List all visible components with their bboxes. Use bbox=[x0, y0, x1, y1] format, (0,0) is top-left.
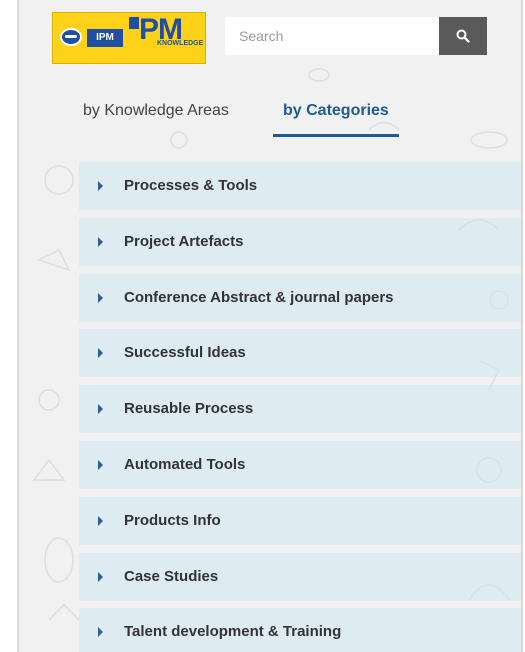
caret-right-icon bbox=[98, 348, 103, 359]
list-item-case-studies[interactable]: Case Studies bbox=[79, 552, 521, 601]
logo-pm-mark bbox=[129, 17, 139, 29]
list-item-label: Project Artefacts bbox=[124, 232, 244, 250]
category-tabs: by Knowledge Areas by Categories bbox=[19, 94, 521, 138]
search-button[interactable] bbox=[439, 17, 487, 55]
tab-by-knowledge-areas[interactable]: by Knowledge Areas bbox=[83, 94, 229, 134]
search-input[interactable] bbox=[225, 17, 439, 55]
list-item-label: Automated Tools bbox=[124, 455, 246, 473]
caret-right-icon bbox=[98, 404, 103, 415]
list-item-automated-tools[interactable]: Automated Tools bbox=[79, 440, 521, 489]
header: IPM PM KNOWLEDGE bbox=[19, 0, 521, 72]
search-icon bbox=[456, 29, 470, 43]
list-item-label: Products Info bbox=[124, 511, 221, 529]
app-frame: IPM PM KNOWLEDGE by Knowledge Areas by C… bbox=[17, 0, 523, 652]
list-item-label: Successful Ideas bbox=[124, 344, 246, 362]
list-item-successful-ideas[interactable]: Successful Ideas bbox=[79, 329, 521, 378]
caret-right-icon bbox=[98, 292, 103, 303]
list-item-products-info[interactable]: Products Info bbox=[79, 496, 521, 545]
list-item-processes-tools[interactable]: Processes & Tools bbox=[79, 162, 521, 210]
search-bar bbox=[225, 17, 495, 55]
category-list: Processes & Tools Project Artefacts Conf… bbox=[79, 162, 521, 652]
list-item-talent-development[interactable]: Talent development & Training bbox=[79, 608, 521, 652]
caret-right-icon bbox=[98, 181, 103, 191]
list-item-conference-abstract[interactable]: Conference Abstract & journal papers bbox=[79, 273, 521, 322]
ipm-knowledge-logo[interactable]: IPM PM KNOWLEDGE bbox=[52, 12, 206, 64]
caret-right-icon bbox=[98, 459, 103, 470]
list-item-label: Reusable Process bbox=[124, 400, 254, 418]
caret-right-icon bbox=[98, 236, 103, 247]
ipm-globe-logo-icon bbox=[60, 28, 82, 46]
list-item-label: Talent development & Training bbox=[124, 623, 342, 641]
list-item-reusable-process[interactable]: Reusable Process bbox=[79, 385, 521, 434]
caret-right-icon bbox=[98, 571, 103, 582]
logo-ipm-text: IPM bbox=[87, 29, 123, 47]
list-item-label: Processes & Tools bbox=[124, 177, 258, 194]
list-item-project-artefacts[interactable]: Project Artefacts bbox=[79, 217, 521, 266]
list-item-label: Case Studies bbox=[124, 567, 219, 585]
tab-by-categories[interactable]: by Categories bbox=[273, 94, 399, 137]
caret-right-icon bbox=[98, 627, 103, 638]
list-item-label: Conference Abstract & journal papers bbox=[124, 288, 394, 306]
caret-right-icon bbox=[98, 515, 103, 526]
logo-knowledge-text: KNOWLEDGE bbox=[157, 40, 204, 47]
